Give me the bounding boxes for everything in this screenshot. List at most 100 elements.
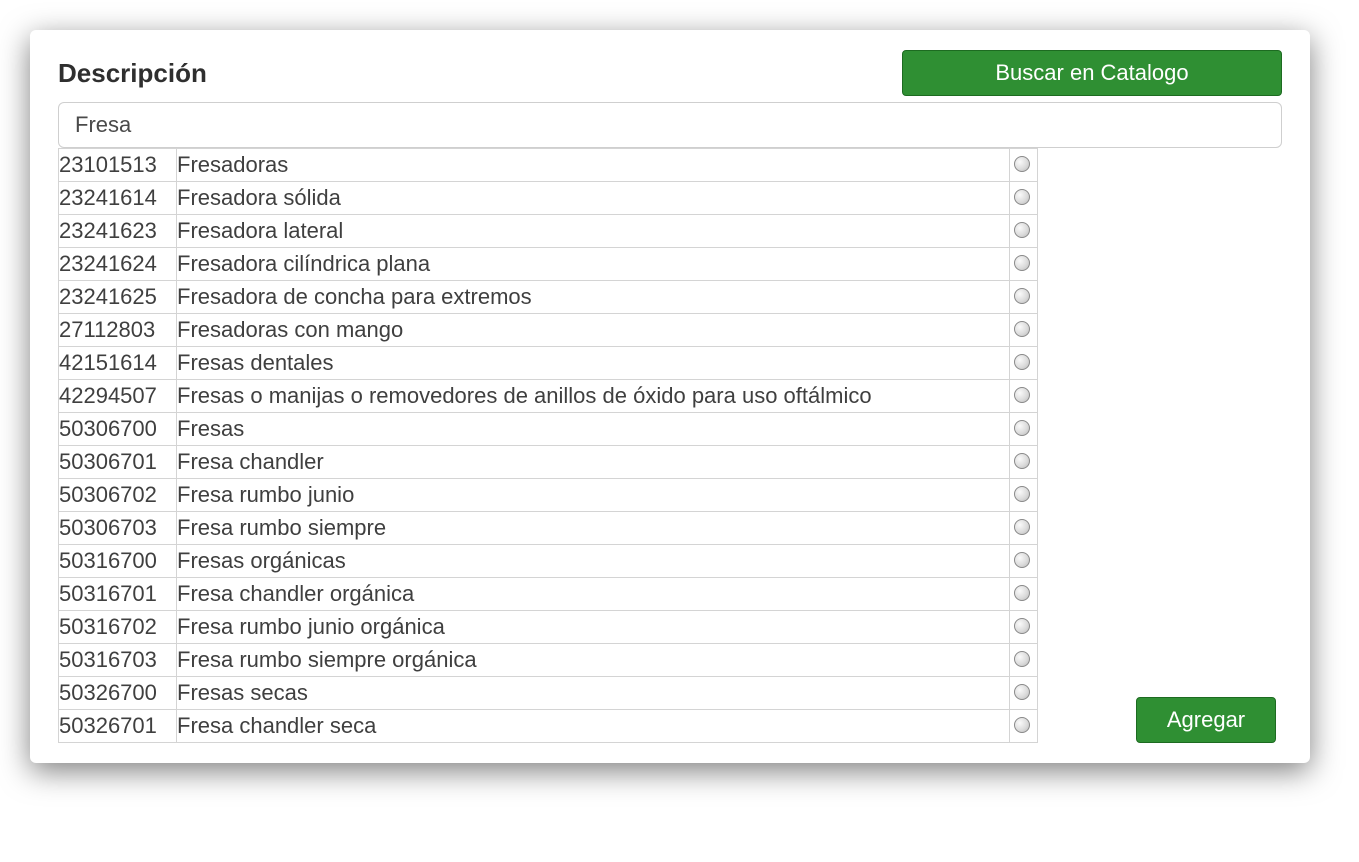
result-description: Fresadora cilíndrica plana xyxy=(177,248,1010,281)
result-select-cell xyxy=(1010,248,1038,281)
content-row: 23101513Fresadoras23241614Fresadora sóli… xyxy=(58,148,1282,743)
select-radio[interactable] xyxy=(1014,453,1030,469)
select-radio[interactable] xyxy=(1014,552,1030,568)
result-select-cell xyxy=(1010,413,1038,446)
result-description: Fresadoras xyxy=(177,149,1010,182)
result-description: Fresadoras con mango xyxy=(177,314,1010,347)
section-title: Descripción xyxy=(58,58,207,89)
select-radio[interactable] xyxy=(1014,387,1030,403)
result-row: 23101513Fresadoras xyxy=(59,149,1038,182)
result-row: 50306702Fresa rumbo junio xyxy=(59,479,1038,512)
result-description: Fresa rumbo siempre xyxy=(177,512,1010,545)
result-code: 23241625 xyxy=(59,281,177,314)
result-select-cell xyxy=(1010,578,1038,611)
results-table-wrap: 23101513Fresadoras23241614Fresadora sóli… xyxy=(58,148,1038,743)
select-radio[interactable] xyxy=(1014,684,1030,700)
result-code: 50306701 xyxy=(59,446,177,479)
result-row: 50306703Fresa rumbo siempre xyxy=(59,512,1038,545)
result-description: Fresas o manijas o removedores de anillo… xyxy=(177,380,1010,413)
result-code: 50316702 xyxy=(59,611,177,644)
result-select-cell xyxy=(1010,182,1038,215)
result-select-cell xyxy=(1010,314,1038,347)
result-code: 50306702 xyxy=(59,479,177,512)
results-table: 23101513Fresadoras23241614Fresadora sóli… xyxy=(58,148,1038,743)
result-code: 42294507 xyxy=(59,380,177,413)
result-code: 23241624 xyxy=(59,248,177,281)
result-row: 50326701Fresa chandler seca xyxy=(59,710,1038,743)
result-row: 23241625Fresadora de concha para extremo… xyxy=(59,281,1038,314)
result-description: Fresadora de concha para extremos xyxy=(177,281,1010,314)
result-code: 50316700 xyxy=(59,545,177,578)
result-row: 27112803Fresadoras con mango xyxy=(59,314,1038,347)
select-radio[interactable] xyxy=(1014,420,1030,436)
select-radio[interactable] xyxy=(1014,651,1030,667)
result-code: 23101513 xyxy=(59,149,177,182)
result-row: 23241614Fresadora sólida xyxy=(59,182,1038,215)
result-description: Fresadora sólida xyxy=(177,182,1010,215)
result-description: Fresa rumbo junio orgánica xyxy=(177,611,1010,644)
result-select-cell xyxy=(1010,611,1038,644)
result-description: Fresas secas xyxy=(177,677,1010,710)
result-row: 50316703Fresa rumbo siempre orgánica xyxy=(59,644,1038,677)
result-row: 50316700Fresas orgánicas xyxy=(59,545,1038,578)
result-code: 42151614 xyxy=(59,347,177,380)
result-code: 27112803 xyxy=(59,314,177,347)
result-row: 50326700Fresas secas xyxy=(59,677,1038,710)
result-select-cell xyxy=(1010,545,1038,578)
result-code: 50306703 xyxy=(59,512,177,545)
select-radio[interactable] xyxy=(1014,222,1030,238)
select-radio[interactable] xyxy=(1014,585,1030,601)
select-radio[interactable] xyxy=(1014,519,1030,535)
select-radio[interactable] xyxy=(1014,486,1030,502)
add-button[interactable]: Agregar xyxy=(1136,697,1276,743)
result-row: 42151614Fresas dentales xyxy=(59,347,1038,380)
result-row: 50306700Fresas xyxy=(59,413,1038,446)
select-radio[interactable] xyxy=(1014,288,1030,304)
result-select-cell xyxy=(1010,710,1038,743)
result-select-cell xyxy=(1010,380,1038,413)
search-row xyxy=(58,102,1282,148)
select-radio[interactable] xyxy=(1014,717,1030,733)
result-description: Fresa rumbo siempre orgánica xyxy=(177,644,1010,677)
search-input[interactable] xyxy=(58,102,1282,148)
select-radio[interactable] xyxy=(1014,354,1030,370)
select-radio[interactable] xyxy=(1014,618,1030,634)
result-description: Fresa chandler seca xyxy=(177,710,1010,743)
result-select-cell xyxy=(1010,677,1038,710)
result-row: 23241624Fresadora cilíndrica plana xyxy=(59,248,1038,281)
result-select-cell xyxy=(1010,479,1038,512)
result-description: Fresadora lateral xyxy=(177,215,1010,248)
result-code: 50316703 xyxy=(59,644,177,677)
side-column: Agregar xyxy=(1136,697,1282,743)
catalog-search-panel: Descripción Buscar en Catalogo 23101513F… xyxy=(30,30,1310,763)
result-description: Fresa rumbo junio xyxy=(177,479,1010,512)
select-radio[interactable] xyxy=(1014,189,1030,205)
header-row: Descripción Buscar en Catalogo xyxy=(58,50,1282,96)
result-select-cell xyxy=(1010,215,1038,248)
result-select-cell xyxy=(1010,644,1038,677)
result-row: 42294507Fresas o manijas o removedores d… xyxy=(59,380,1038,413)
select-radio[interactable] xyxy=(1014,321,1030,337)
result-code: 23241614 xyxy=(59,182,177,215)
result-code: 50316701 xyxy=(59,578,177,611)
select-radio[interactable] xyxy=(1014,255,1030,271)
result-select-cell xyxy=(1010,347,1038,380)
result-select-cell xyxy=(1010,281,1038,314)
result-description: Fresas xyxy=(177,413,1010,446)
result-select-cell xyxy=(1010,149,1038,182)
result-description: Fresa chandler orgánica xyxy=(177,578,1010,611)
result-select-cell xyxy=(1010,446,1038,479)
result-description: Fresa chandler xyxy=(177,446,1010,479)
result-row: 50316702Fresa rumbo junio orgánica xyxy=(59,611,1038,644)
result-code: 50326700 xyxy=(59,677,177,710)
result-select-cell xyxy=(1010,512,1038,545)
search-catalog-button[interactable]: Buscar en Catalogo xyxy=(902,50,1282,96)
result-description: Fresas dentales xyxy=(177,347,1010,380)
result-description: Fresas orgánicas xyxy=(177,545,1010,578)
result-row: 23241623Fresadora lateral xyxy=(59,215,1038,248)
result-code: 50326701 xyxy=(59,710,177,743)
result-code: 50306700 xyxy=(59,413,177,446)
result-row: 50306701Fresa chandler xyxy=(59,446,1038,479)
select-radio[interactable] xyxy=(1014,156,1030,172)
result-row: 50316701Fresa chandler orgánica xyxy=(59,578,1038,611)
